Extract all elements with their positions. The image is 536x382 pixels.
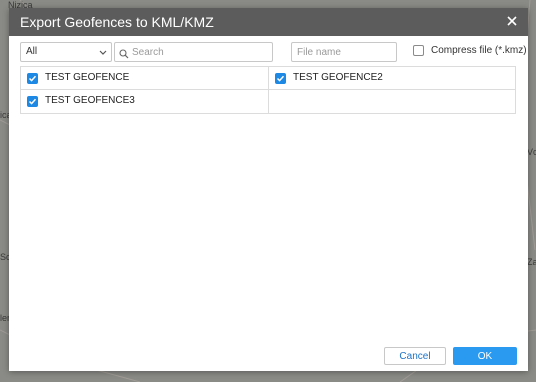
filter-select-value: All [26, 46, 38, 57]
dialog-title: Export Geofences to KML/KMZ [20, 14, 214, 30]
checkbox-unchecked-icon[interactable] [413, 45, 424, 56]
cancel-button[interactable]: Cancel [384, 347, 446, 365]
geofence-grid: TEST GEOFENCE TEST GEOFENCE2 TEST GEOFEN… [20, 66, 516, 114]
export-geofences-dialog: Export Geofences to KML/KMZ All Search F… [9, 8, 528, 371]
ok-button[interactable]: OK [453, 347, 517, 365]
dialog-toolbar: All Compress file (*.kmz) [20, 42, 527, 62]
filename-box [291, 42, 397, 62]
geofence-item[interactable]: TEST GEOFENCE2 [269, 67, 515, 90]
close-icon[interactable] [504, 13, 520, 29]
map-label: Vc [527, 147, 536, 157]
map-label: Za [527, 257, 536, 267]
checkbox-checked-icon[interactable] [27, 73, 38, 84]
geofence-name: TEST GEOFENCE [45, 72, 130, 83]
search-icon [119, 46, 129, 64]
geofence-item[interactable]: TEST GEOFENCE [21, 67, 269, 90]
geofence-name: TEST GEOFENCE2 [293, 72, 383, 83]
compress-file-label: Compress file (*.kmz) [431, 45, 527, 56]
empty-grid-cell [269, 90, 515, 113]
checkbox-checked-icon[interactable] [27, 96, 38, 107]
filename-input[interactable] [297, 45, 391, 59]
checkbox-checked-icon[interactable] [275, 73, 286, 84]
geofence-name: TEST GEOFENCE3 [45, 95, 135, 106]
search-box [114, 42, 273, 62]
search-input[interactable] [132, 45, 268, 59]
geofence-item[interactable]: TEST GEOFENCE3 [21, 90, 269, 113]
filter-select[interactable]: All [20, 42, 112, 62]
chevron-down-icon [99, 48, 107, 59]
dialog-titlebar: Export Geofences to KML/KMZ [9, 8, 528, 36]
